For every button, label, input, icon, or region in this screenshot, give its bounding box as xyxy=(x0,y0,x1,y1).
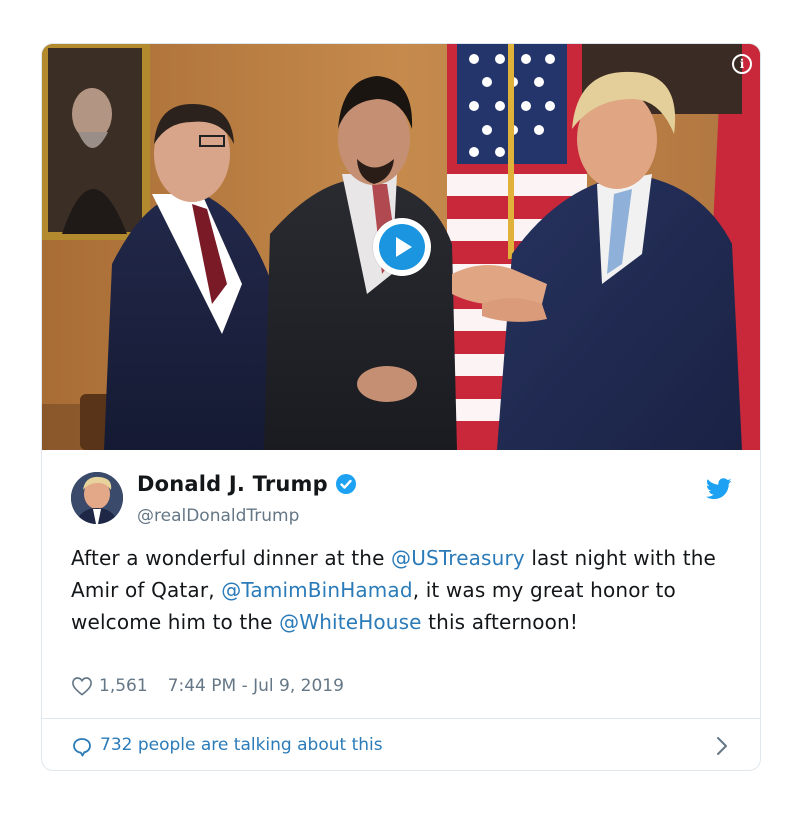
play-icon[interactable] xyxy=(373,218,431,276)
video-thumbnail[interactable]: i xyxy=(42,44,760,450)
mention-link[interactable]: @WhiteHouse xyxy=(279,610,421,634)
verified-badge-icon xyxy=(335,474,356,494)
talking-about-link[interactable]: 732 people are talking about this xyxy=(42,719,760,770)
info-icon[interactable]: i xyxy=(732,54,752,74)
talking-about-text[interactable]: 732 people are talking about this xyxy=(100,735,383,755)
like-count[interactable]: 1,561 xyxy=(99,676,148,696)
avatar[interactable] xyxy=(71,472,123,524)
timestamp[interactable]: 7:44 PM - Jul 9, 2019 xyxy=(168,676,344,696)
speech-bubble-icon xyxy=(73,738,91,757)
tweet-card[interactable]: i Donald J. Trump @realDonaldTrump After… xyxy=(41,43,761,771)
tweet-header: Donald J. Trump @realDonaldTrump xyxy=(42,450,760,530)
mention-link[interactable]: @TamimBinHamad xyxy=(221,578,412,602)
mention-link[interactable]: @USTreasury xyxy=(391,546,525,570)
chevron-right-icon[interactable] xyxy=(716,736,728,756)
author-handle[interactable]: @realDonaldTrump xyxy=(137,506,299,526)
twitter-bird-icon[interactable] xyxy=(706,478,732,500)
tweet-meta: 1,561 7:44 PM - Jul 9, 2019 xyxy=(71,676,344,696)
text-segment: this afternoon! xyxy=(421,610,579,634)
tweet-text: After a wonderful dinner at the @USTreas… xyxy=(71,542,731,638)
author-name[interactable]: Donald J. Trump xyxy=(137,472,328,496)
heart-icon[interactable] xyxy=(71,676,93,696)
text-segment: After a wonderful dinner at the xyxy=(71,546,392,570)
